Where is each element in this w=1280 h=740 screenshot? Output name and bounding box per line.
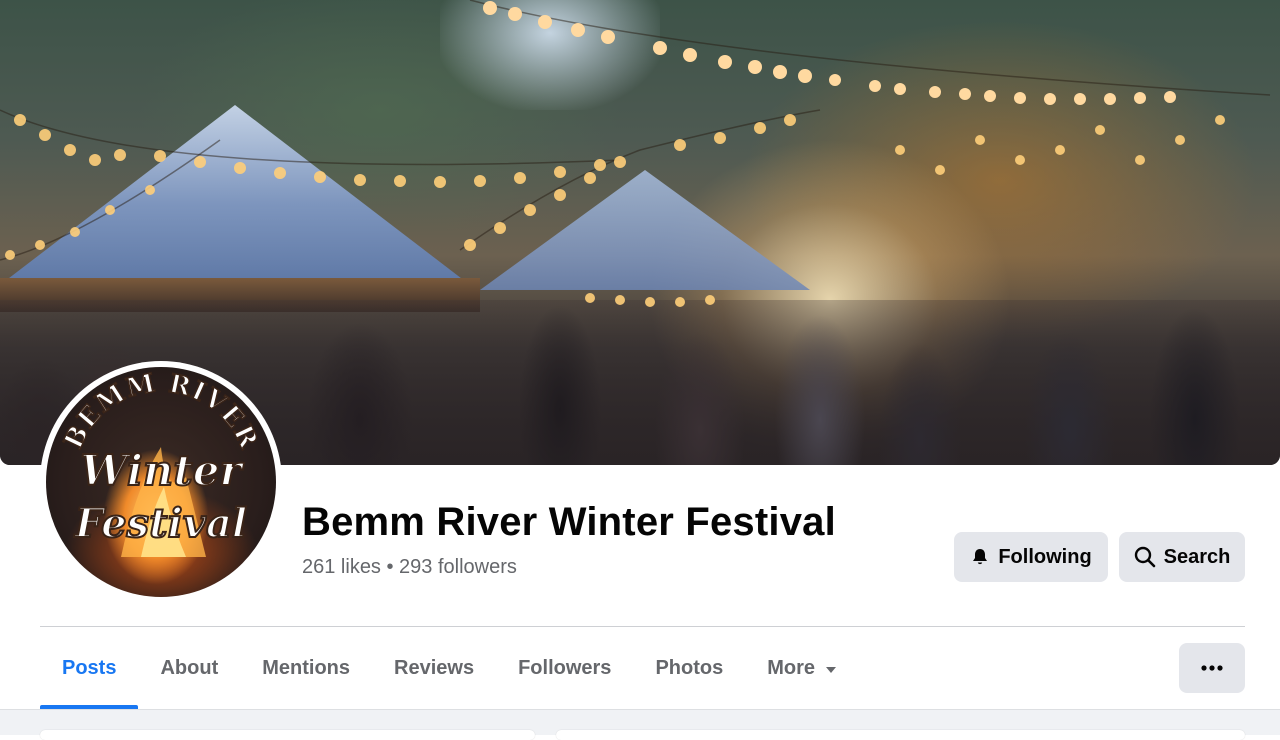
left-card [40, 730, 535, 740]
tab-label: More [767, 656, 816, 679]
profile-logo: BEMM RIVER Winter Festival [46, 367, 276, 597]
tab-more[interactable]: More [745, 627, 859, 709]
caret-down-icon [825, 657, 837, 680]
profile-picture[interactable]: BEMM RIVER Winter Festival [40, 361, 282, 603]
svg-text:Festival: Festival [74, 500, 247, 547]
search-icon [1134, 546, 1155, 568]
tab-label: Followers [518, 656, 612, 679]
following-button[interactable]: Following [954, 532, 1108, 582]
tab-mentions[interactable]: Mentions [240, 627, 372, 709]
tab-reviews[interactable]: Reviews [372, 627, 496, 709]
svg-text:BEMM RIVER: BEMM RIVER [59, 368, 264, 453]
festival-logo-icon: BEMM RIVER Winter Festival [58, 368, 264, 557]
page-stats[interactable]: 261 likes • 293 followers [302, 556, 517, 579]
search-label: Search [1163, 545, 1231, 568]
tab-label: Posts [62, 656, 117, 679]
page-title: Bemm River Winter Festival [302, 500, 836, 544]
tab-label: Mentions [262, 656, 351, 679]
search-button[interactable]: Search [1119, 532, 1245, 582]
tab-label: About [160, 656, 219, 679]
tab-about[interactable]: About [138, 627, 240, 709]
right-card [556, 730, 1245, 740]
profile-tabs: Posts About Mentions Reviews Followers P… [40, 627, 859, 709]
page-options-button[interactable] [1179, 643, 1245, 693]
tab-label: Photos [655, 656, 724, 679]
tab-label: Reviews [394, 656, 475, 679]
tab-photos[interactable]: Photos [633, 627, 745, 709]
tab-followers[interactable]: Followers [496, 627, 633, 709]
tab-posts[interactable]: Posts [40, 627, 139, 709]
svg-text:Winter: Winter [80, 446, 244, 495]
following-label: Following [998, 545, 1092, 568]
ellipsis-icon [1201, 665, 1223, 671]
bell-icon [973, 549, 988, 565]
